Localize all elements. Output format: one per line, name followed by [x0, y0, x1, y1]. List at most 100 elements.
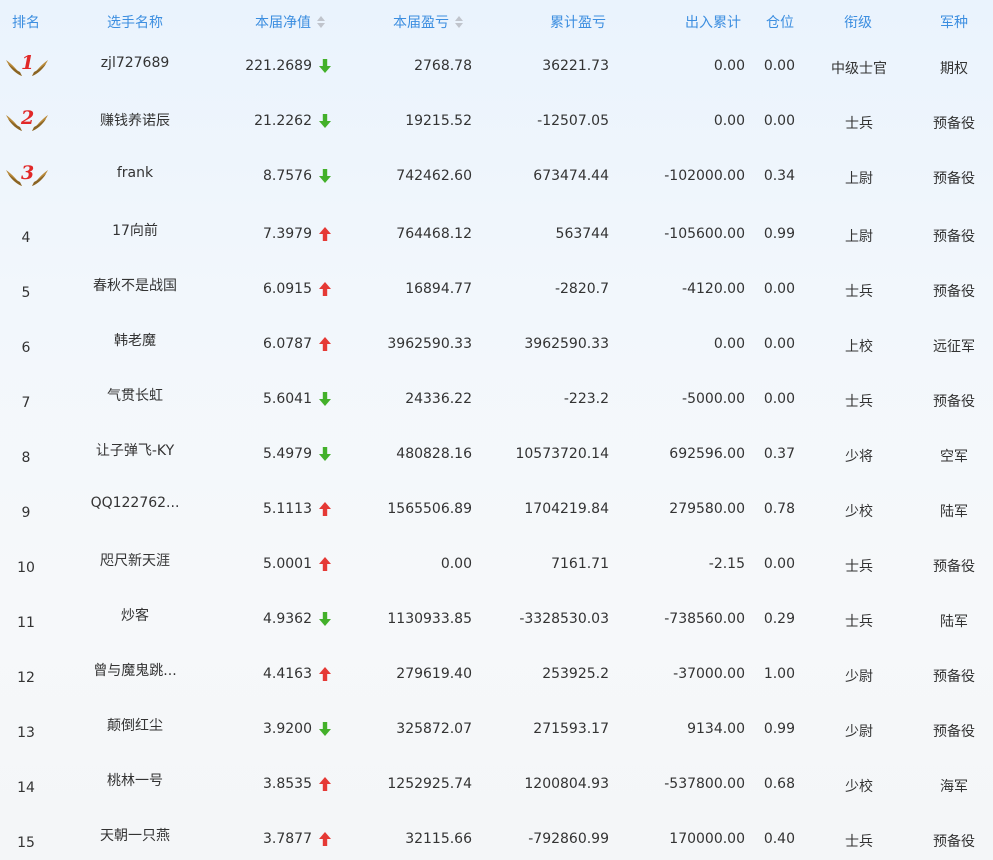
arrow-up-icon: [319, 667, 335, 681]
flow-value: 279580.00: [669, 501, 745, 517]
table-row: 7 气贯长虹 5.6041 24336.22 -223.2 -5000.00 0.00 士兵 预…: [0, 372, 993, 427]
pnl-value: 764468.12: [396, 226, 472, 242]
arrow-up-icon: [319, 557, 335, 571]
flow-value: -537800.00: [664, 776, 745, 792]
arrow-down-icon: [319, 114, 335, 128]
military-title: 少尉: [845, 724, 873, 740]
table-row: 5 春秋不是战国 6.0915 16894.77 -2820.7 -4120.00 0.00…: [0, 262, 993, 317]
pnl-value: 742462.60: [396, 168, 472, 184]
nav-value: 3.8535: [263, 776, 312, 792]
flow-value: -102000.00: [664, 168, 745, 184]
player-name-link[interactable]: 让子弹飞-KY: [70, 440, 200, 460]
table-row: 3 frank 8.7576 742462.60 673474.44 -102000.00…: [0, 152, 993, 207]
military-branch: 预备役: [933, 284, 975, 300]
arrow-down-icon: [319, 612, 335, 626]
military-title: 士兵: [845, 834, 873, 850]
pnl-value: 2768.78: [414, 58, 472, 74]
sort-icon[interactable]: [317, 16, 325, 28]
flow-value: -4120.00: [682, 281, 745, 297]
table-row: 15 天朝一只燕 3.7877 32115.66 -792860.99 170000.00…: [0, 812, 993, 860]
player-name-link[interactable]: 气贯长虹: [70, 385, 200, 405]
pnl-value: 0.00: [440, 556, 472, 572]
position-value: 0.00: [763, 391, 795, 407]
header-rank: 排名: [12, 15, 40, 31]
player-name-link[interactable]: 咫尺新天涯: [70, 550, 200, 570]
rank-number: 5: [21, 285, 31, 301]
rank-number: 9: [21, 505, 31, 521]
player-name-link[interactable]: 天朝一只燕: [70, 825, 200, 845]
rank-number: 8: [21, 450, 31, 466]
table-row: 9 QQ122762... 5.1113 1565506.89 1704219.84 27…: [0, 482, 993, 537]
rank-number: 15: [17, 835, 35, 851]
header-nav-sortable[interactable]: 本届净值: [255, 12, 325, 32]
player-name-link[interactable]: QQ122762...: [70, 495, 200, 511]
header-flow: 出入累计: [685, 15, 741, 31]
military-branch: 海军: [940, 779, 968, 795]
header-player-name: 选手名称: [107, 15, 163, 31]
table-row: 12 曾与魔鬼跳... 4.4163 279619.40 253925.2 -37000.…: [0, 647, 993, 702]
flow-value: -5000.00: [682, 391, 745, 407]
nav-value: 7.3979: [263, 226, 312, 242]
military-title: 上校: [845, 339, 873, 355]
player-name-link[interactable]: zjl727689: [70, 55, 200, 71]
military-branch: 预备役: [933, 724, 975, 740]
military-branch: 预备役: [933, 171, 975, 187]
header-pnl-label: 本届盈亏: [393, 15, 449, 31]
player-name-link[interactable]: 曾与魔鬼跳...: [70, 660, 200, 680]
player-name-link[interactable]: 17向前: [70, 220, 200, 240]
cumulative-value: 10573720.14: [515, 446, 609, 462]
pnl-value: 1565506.89: [387, 501, 472, 517]
military-title: 士兵: [845, 116, 873, 132]
cumulative-value: 3962590.33: [524, 336, 609, 352]
military-title: 士兵: [845, 284, 873, 300]
flow-value: 0.00: [713, 113, 745, 129]
header-pnl-sortable[interactable]: 本届盈亏: [393, 12, 463, 32]
rank-number: 10: [17, 560, 35, 576]
military-title: 少校: [845, 779, 873, 795]
arrow-down-icon: [319, 447, 335, 461]
position-value: 0.99: [763, 226, 795, 242]
nav-value: 5.4979: [263, 446, 312, 462]
header-arm: 军种: [940, 15, 968, 31]
nav-value: 6.0915: [263, 281, 312, 297]
cumulative-value: -792860.99: [528, 831, 609, 847]
player-name-link[interactable]: 桃林一号: [70, 770, 200, 790]
player-name-link[interactable]: 赚钱养诺辰: [70, 110, 200, 130]
flow-value: 0.00: [713, 336, 745, 352]
nav-value: 21.2262: [254, 113, 312, 129]
rank-number: 12: [17, 670, 35, 686]
cumulative-value: 7161.71: [551, 556, 609, 572]
military-branch: 预备役: [933, 834, 975, 850]
cumulative-value: -2820.7: [554, 281, 609, 297]
pnl-value: 480828.16: [396, 446, 472, 462]
player-name-link[interactable]: 颠倒红尘: [70, 715, 200, 735]
medal-rank-number: 3: [21, 162, 35, 184]
table-header: 排名 选手名称 本届净值 本届盈亏 累计盈亏 出入累计 仓位 衔级 军种: [0, 0, 993, 42]
player-name-link[interactable]: 韩老魔: [70, 330, 200, 350]
military-branch: 预备役: [933, 116, 975, 132]
flow-value: -738560.00: [664, 611, 745, 627]
nav-value: 3.7877: [263, 831, 312, 847]
cumulative-value: -223.2: [563, 391, 609, 407]
position-value: 0.34: [763, 168, 795, 184]
rank-medal: 2: [4, 105, 50, 135]
military-branch: 空军: [940, 449, 968, 465]
military-title: 士兵: [845, 394, 873, 410]
rank-number: 13: [17, 725, 35, 741]
player-name-link[interactable]: 春秋不是战国: [70, 275, 200, 295]
military-branch: 预备役: [933, 394, 975, 410]
player-name-link[interactable]: frank: [70, 165, 200, 181]
position-value: 0.00: [763, 336, 795, 352]
player-name-link[interactable]: 炒客: [70, 605, 200, 625]
cumulative-value: 1200804.93: [524, 776, 609, 792]
military-branch: 陆军: [940, 504, 968, 520]
ranking-table: 排名 选手名称 本届净值 本届盈亏 累计盈亏 出入累计 仓位 衔级 军种 1 zj…: [0, 0, 993, 860]
sort-icon[interactable]: [455, 16, 463, 28]
nav-value: 5.0001: [263, 556, 312, 572]
military-branch: 远征军: [933, 339, 975, 355]
military-title: 上尉: [845, 229, 873, 245]
cumulative-value: -3328530.03: [519, 611, 609, 627]
arrow-down-icon: [319, 722, 335, 736]
pnl-value: 3962590.33: [387, 336, 472, 352]
arrow-up-icon: [319, 502, 335, 516]
